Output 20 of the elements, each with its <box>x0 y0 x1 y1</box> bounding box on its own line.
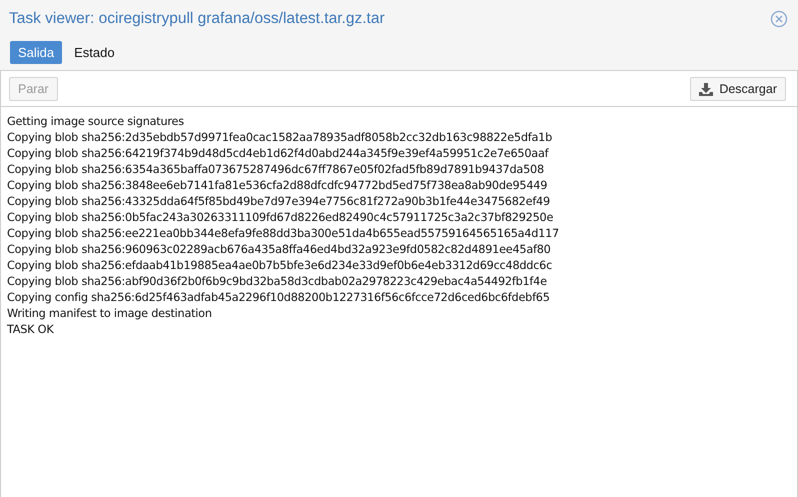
download-icon <box>699 82 714 96</box>
log-line: TASK OK <box>7 322 55 338</box>
log-line: Copying blob sha256:efdaab41b19885ea4ae0b7b5bfe3e6d234e33d9ef0b6e4eb3312d69cc48ddc6c <box>7 258 554 274</box>
log-line: Copying blob sha256:64219f374b9d48d5cd4eb1d62f4d0abd244a345f9e39ef4a59951c2e7e650aaf <box>7 146 550 162</box>
log-line: Copying blob sha256:6354a365baffa073675287496dc67ff7867e05f02fad5fb89d7891b9437da508 <box>7 162 545 178</box>
log-line: Copying blob sha256:960963c02289acb676a435a8ffa46ed4bd32a923e9fd0582c82d4891ee45af80 <box>7 242 552 258</box>
log-line: Getting image source signatures <box>7 114 185 130</box>
log-line: Copying blob sha256:43325dda64f5f85bd49be7d97e394e7756c81f272a90b3b1fe44e3475682ef49 <box>7 194 551 210</box>
tab[interactable]: Estado <box>66 41 123 64</box>
log-line: Copying blob sha256:ee221ea0bb344e8efa9fe88dd3ba300e51da4b655ead55759164565165a4d117 <box>7 226 560 242</box>
window-title: Task viewer: ociregistrypull grafana/oss/latest.tar.gz.tar <box>9 10 385 28</box>
log-line: Copying blob sha256:3848ee6eb7141fa81e536cfa2d88dfcdfc94772bd5ed75f738ea8ab90de95449 <box>7 178 548 194</box>
tab[interactable]: Salida <box>10 41 62 64</box>
close-icon[interactable] <box>770 10 788 28</box>
log-line: Copying blob sha256:2d35ebdb57d9971fea0cac1582aa78935adf8058b2cc32db163c98822e5dfa1b <box>7 130 554 146</box>
log-line: Copying blob sha256:abf90d36f2b0f6b9c9bd32ba58d3cdbab02a2978223c429ebac4a54492fb1f4e <box>7 274 548 290</box>
log-line: Copying blob sha256:0b5fac243a30263311109fd67d8226ed82490c4c57911725c3a2c37bf829250e <box>7 210 554 226</box>
download-button[interactable]: Descargar <box>690 77 786 101</box>
log-line: Writing manifest to image destination <box>7 306 213 322</box>
log-line: Copying config sha256:6d25f463adfab45a2296f10d88200b1227316f56c6fcce72d6ced6bc6fdebf65 <box>7 290 551 306</box>
